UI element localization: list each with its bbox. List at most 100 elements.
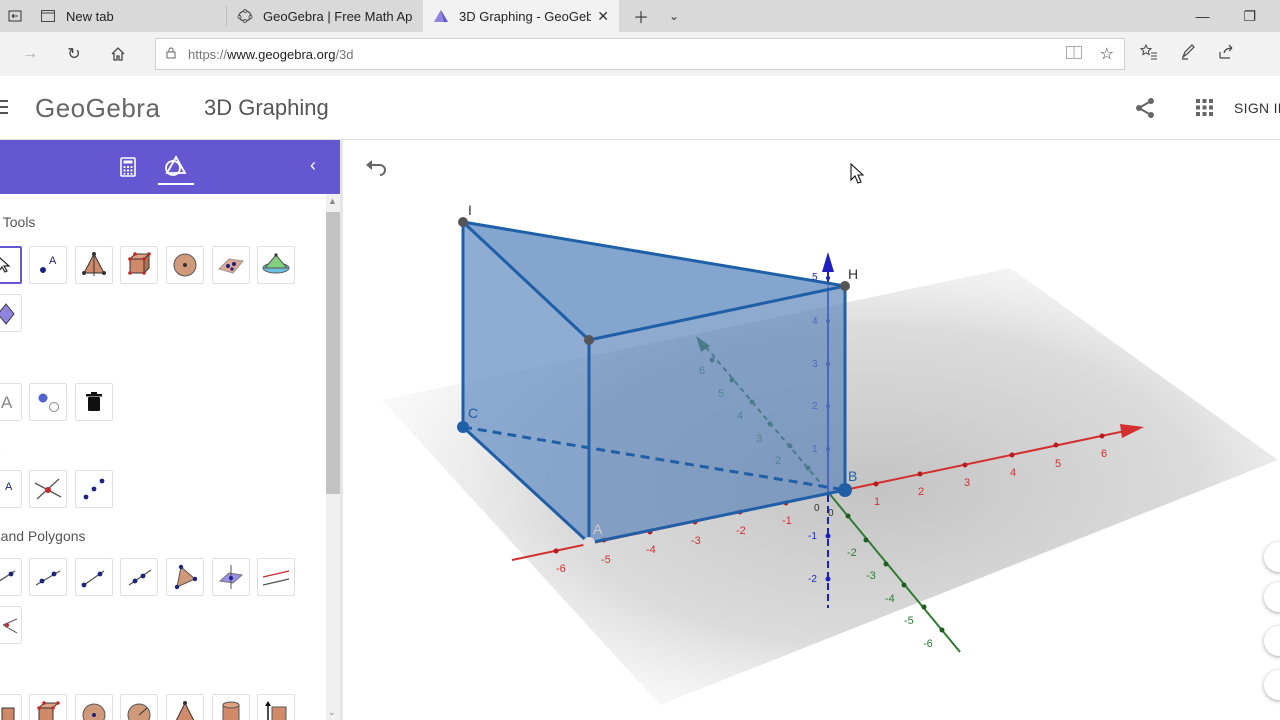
home-icon xyxy=(111,47,125,61)
tool-pyramid[interactable] xyxy=(75,246,113,284)
point-B[interactable] xyxy=(838,483,852,497)
tool-solid-pyramid[interactable] xyxy=(166,694,204,720)
point-I[interactable] xyxy=(458,217,468,227)
plane-icon xyxy=(218,565,244,589)
tool-show-hide[interactable] xyxy=(29,383,67,421)
tool-solid-sphere[interactable] xyxy=(75,694,113,720)
tab-label: 3D Graphing - GeoGebra xyxy=(459,8,592,24)
tool-solid-cylinder[interactable] xyxy=(212,694,250,720)
cube-icon xyxy=(128,252,151,275)
label-B: B xyxy=(848,468,857,484)
origin-label: 0 xyxy=(814,503,820,514)
tool-polygon[interactable] xyxy=(166,558,204,596)
refresh-button[interactable]: ↻ xyxy=(52,32,96,76)
tool-point-on-plane[interactable] xyxy=(212,246,250,284)
home-button[interactable] xyxy=(96,32,140,76)
tool-text[interactable]: A xyxy=(0,383,22,421)
tool-more[interactable] xyxy=(0,294,22,332)
line-icon xyxy=(0,570,16,582)
menu-hamburger-icon[interactable] xyxy=(0,100,8,118)
tool-midpoint[interactable] xyxy=(75,470,113,508)
tool-panel-scrollbar[interactable]: ▲ ⌄ xyxy=(326,194,340,720)
label-C: C xyxy=(468,405,478,421)
tool-segment-fixed[interactable] xyxy=(75,558,113,596)
sphere-radius-icon xyxy=(127,703,151,720)
tool-plane[interactable] xyxy=(212,558,250,596)
collapse-panel-chevron-icon[interactable]: ‹ xyxy=(310,155,316,176)
tool-solid-sphere-radius[interactable] xyxy=(120,694,158,720)
page-icon xyxy=(40,8,56,24)
tool-intersect[interactable] xyxy=(29,470,67,508)
x-tick-label: -6 xyxy=(556,563,566,575)
sign-in-button[interactable]: SIGN IN xyxy=(1234,100,1280,116)
x-tick-label: -1 xyxy=(782,515,792,527)
point-tool-icon: A xyxy=(40,255,57,273)
x-tick-label: 1 xyxy=(874,496,880,508)
scrollbar-thumb[interactable] xyxy=(326,212,340,494)
refresh-icon: ↻ xyxy=(67,46,81,63)
undo-icon[interactable] xyxy=(364,158,388,181)
pen-notes-icon[interactable] xyxy=(1180,43,1196,65)
perpendicular-icon xyxy=(2,618,17,634)
y-tick-label: -2 xyxy=(847,547,857,559)
tool-solid-extrude[interactable] xyxy=(257,694,295,720)
geogebra-logo[interactable]: GeoGebra xyxy=(35,93,160,124)
tool-point[interactable]: A xyxy=(29,246,67,284)
graphics-canvas[interactable]: -6 -5 -4 -3 -2 -1 1 2 3 4 5 6 -2 -3 -4 -… xyxy=(343,141,1280,720)
tool-perpendicular[interactable] xyxy=(0,606,22,644)
tool-ray[interactable] xyxy=(120,558,158,596)
tool-solid-1[interactable] xyxy=(0,694,22,720)
scroll-up-icon[interactable]: ▲ xyxy=(328,196,337,206)
tool-delete[interactable] xyxy=(75,383,113,421)
browser-nav-bar: → ↻ https://www.geogebra.org/3d ☆ xyxy=(0,32,1280,76)
scroll-down-icon[interactable]: ⌄ xyxy=(328,707,336,718)
extrude-icon xyxy=(265,701,287,720)
close-tab-icon[interactable]: ✕ xyxy=(597,8,609,25)
tool-cube[interactable] xyxy=(120,246,158,284)
share-icon[interactable] xyxy=(1135,97,1155,124)
tool-point-2[interactable]: A xyxy=(0,470,22,508)
tab-label: New tab xyxy=(66,8,114,24)
minimize-icon[interactable]: — xyxy=(1195,8,1209,24)
y-tick-label: -5 xyxy=(904,615,914,627)
point-H[interactable] xyxy=(840,281,850,291)
tab-list-chevron-icon[interactable]: ⌄ xyxy=(669,9,679,23)
reading-view-icon[interactable] xyxy=(1065,46,1082,62)
tab-back-icon xyxy=(8,10,22,22)
forward-arrow-icon: → xyxy=(22,45,38,62)
tab-3d-graphing[interactable]: 3D Graphing - GeoGebra ✕ xyxy=(423,0,619,32)
forward-button[interactable]: → xyxy=(8,32,52,76)
mouse-cursor-icon xyxy=(850,162,865,190)
tab-back-button[interactable] xyxy=(0,0,30,32)
apps-grid-icon[interactable] xyxy=(1196,99,1213,121)
tab-new-tab[interactable]: New tab xyxy=(30,0,226,32)
move-arrow-icon xyxy=(0,257,11,273)
label-I: I xyxy=(468,202,472,218)
tool-line[interactable] xyxy=(0,558,22,596)
restore-icon[interactable]: ❐ xyxy=(1243,8,1256,25)
pyramid-solid-icon xyxy=(175,701,195,720)
sphere-center-icon xyxy=(82,703,106,720)
tool-cone[interactable] xyxy=(257,246,295,284)
new-tab-icon[interactable]: ＋ xyxy=(633,4,649,28)
address-bar[interactable]: https://www.geogebra.org/3d ☆ xyxy=(155,38,1125,70)
url-prefix: https:// xyxy=(188,46,228,62)
origin-label-z: 0 xyxy=(828,508,834,519)
point-C[interactable] xyxy=(457,421,469,433)
tool-move[interactable] xyxy=(0,246,22,284)
plane-points-icon xyxy=(218,258,244,274)
favorites-hub-icon[interactable] xyxy=(1139,43,1158,65)
x-tick-label: 5 xyxy=(1055,458,1061,470)
tool-parallel[interactable] xyxy=(257,558,295,596)
point-G[interactable] xyxy=(584,335,594,345)
tab-geogebra-apps[interactable]: GeoGebra | Free Math Apps xyxy=(227,0,423,32)
tool-segment[interactable] xyxy=(29,558,67,596)
tool-sphere[interactable] xyxy=(166,246,204,284)
calculator-icon[interactable] xyxy=(120,157,136,182)
point-A[interactable] xyxy=(583,537,595,549)
share-page-icon[interactable] xyxy=(1218,44,1234,65)
graphics-3d-view[interactable]: -6 -5 -4 -3 -2 -1 1 2 3 4 5 6 -2 -3 -4 -… xyxy=(343,141,1280,720)
tool-solid-cube[interactable] xyxy=(29,694,67,720)
tools-icon[interactable] xyxy=(164,154,188,183)
favorite-star-icon[interactable]: ☆ xyxy=(1100,44,1114,64)
